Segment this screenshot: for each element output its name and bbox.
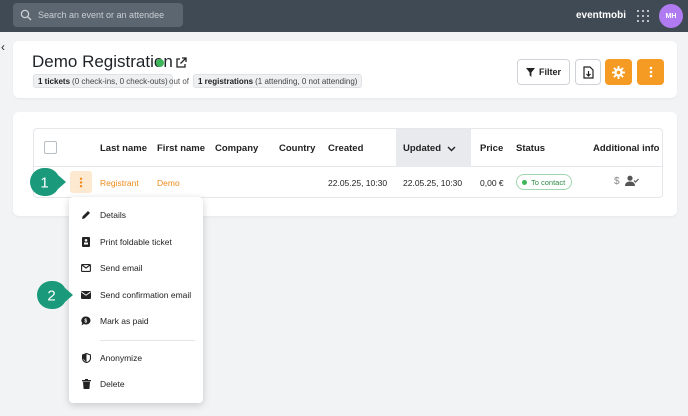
trash-icon bbox=[81, 379, 91, 389]
external-link-icon[interactable] bbox=[175, 56, 187, 68]
status-badge[interactable]: To contact bbox=[516, 174, 573, 190]
cell-updated: 22.05.25, 10:30 bbox=[403, 178, 463, 188]
event-header-card: Demo Registration 1 tickets (0 check-ins… bbox=[13, 41, 677, 98]
pencil-icon bbox=[81, 210, 91, 220]
menu-item-print-ticket[interactable]: Print foldable ticket bbox=[69, 232, 203, 252]
svg-text:$: $ bbox=[84, 319, 87, 325]
out-of-label: out of bbox=[169, 77, 190, 86]
status-dot-icon bbox=[522, 179, 527, 185]
export-button[interactable] bbox=[575, 59, 601, 85]
dollar-icon: $ bbox=[614, 176, 620, 187]
search-icon bbox=[20, 9, 32, 21]
table-header: Last name First name Company Country Cre… bbox=[34, 129, 662, 167]
status-label: To contact bbox=[531, 177, 566, 187]
registrations-detail: (1 attending, 0 not attending) bbox=[255, 76, 358, 86]
brand-logo: eventmobi bbox=[576, 10, 627, 21]
cell-first-name[interactable]: Demo bbox=[157, 178, 180, 188]
cell-created: 22.05.25, 10:30 bbox=[328, 178, 388, 188]
menu-item-mark-as-paid[interactable]: $ Mark as paid bbox=[69, 311, 203, 331]
column-last-name[interactable]: Last name bbox=[100, 143, 147, 154]
registrations-summary: 1 registrations (1 attending, 0 not atte… bbox=[193, 74, 363, 88]
registrations-table: Last name First name Company Country Cre… bbox=[33, 128, 663, 198]
top-bar: eventmobi MH bbox=[0, 0, 688, 32]
filter-label: Filter bbox=[538, 67, 561, 77]
column-created[interactable]: Created bbox=[328, 143, 363, 154]
filter-button[interactable]: Filter bbox=[517, 59, 570, 85]
row-actions-menu: Details Print foldable ticket Send email… bbox=[69, 197, 203, 403]
column-additional-info[interactable]: Additional info bbox=[593, 143, 660, 154]
tickets-summary: 1 tickets (0 check-ins, 0 check-outs) bbox=[33, 74, 173, 88]
chevron-down-icon[interactable] bbox=[447, 146, 456, 152]
menu-item-details[interactable]: Details bbox=[69, 205, 203, 225]
settings-button[interactable] bbox=[605, 59, 632, 85]
column-first-name[interactable]: First name bbox=[157, 143, 205, 154]
avatar[interactable]: MH bbox=[659, 4, 683, 28]
menu-item-send-email[interactable]: Send email bbox=[69, 258, 203, 278]
cell-last-name[interactable]: Registrant bbox=[100, 178, 139, 188]
tickets-detail: (0 check-ins, 0 check-outs) bbox=[72, 76, 168, 86]
gear-icon bbox=[612, 65, 625, 79]
row-actions-button[interactable] bbox=[70, 171, 92, 193]
envelope-outline-icon bbox=[81, 263, 91, 273]
column-country[interactable]: Country bbox=[279, 143, 315, 154]
menu-divider bbox=[100, 340, 195, 341]
column-company[interactable]: Company bbox=[215, 143, 258, 154]
kebab-icon bbox=[649, 66, 652, 78]
app-grid-icon[interactable] bbox=[636, 9, 650, 23]
file-download-icon bbox=[582, 65, 594, 79]
callout-2: 2 bbox=[37, 281, 73, 309]
tickets-count: 1 tickets bbox=[38, 76, 71, 86]
search-input[interactable] bbox=[38, 10, 178, 20]
ticket-icon bbox=[81, 237, 91, 247]
shield-icon bbox=[81, 353, 91, 363]
kebab-icon bbox=[79, 177, 83, 187]
column-price[interactable]: Price bbox=[480, 143, 503, 154]
menu-item-send-confirmation-email[interactable]: Send confirmation email bbox=[69, 285, 203, 305]
page-title: Demo Registration bbox=[32, 52, 173, 71]
more-options-button[interactable] bbox=[637, 59, 664, 85]
filter-icon bbox=[525, 67, 535, 77]
back-chevron-icon[interactable]: ‹ bbox=[1, 40, 5, 54]
user-check-icon bbox=[625, 175, 639, 186]
search-box[interactable] bbox=[13, 3, 183, 27]
menu-item-delete[interactable]: Delete bbox=[69, 374, 203, 394]
callout-1-label: 1 bbox=[40, 175, 48, 192]
menu-item-anonymize[interactable]: Anonymize bbox=[69, 348, 203, 368]
callout-2-label: 2 bbox=[47, 288, 55, 305]
callout-1: 1 bbox=[30, 168, 66, 196]
status-dot-icon bbox=[156, 59, 164, 67]
column-status[interactable]: Status bbox=[516, 143, 545, 154]
envelope-filled-icon bbox=[81, 290, 91, 300]
select-all-checkbox[interactable] bbox=[44, 141, 57, 154]
cell-price: 0,00 € bbox=[480, 178, 504, 188]
money-bubble-icon: $ bbox=[81, 316, 91, 326]
column-updated[interactable]: Updated bbox=[403, 143, 441, 154]
registrations-count: 1 registrations bbox=[198, 76, 254, 86]
